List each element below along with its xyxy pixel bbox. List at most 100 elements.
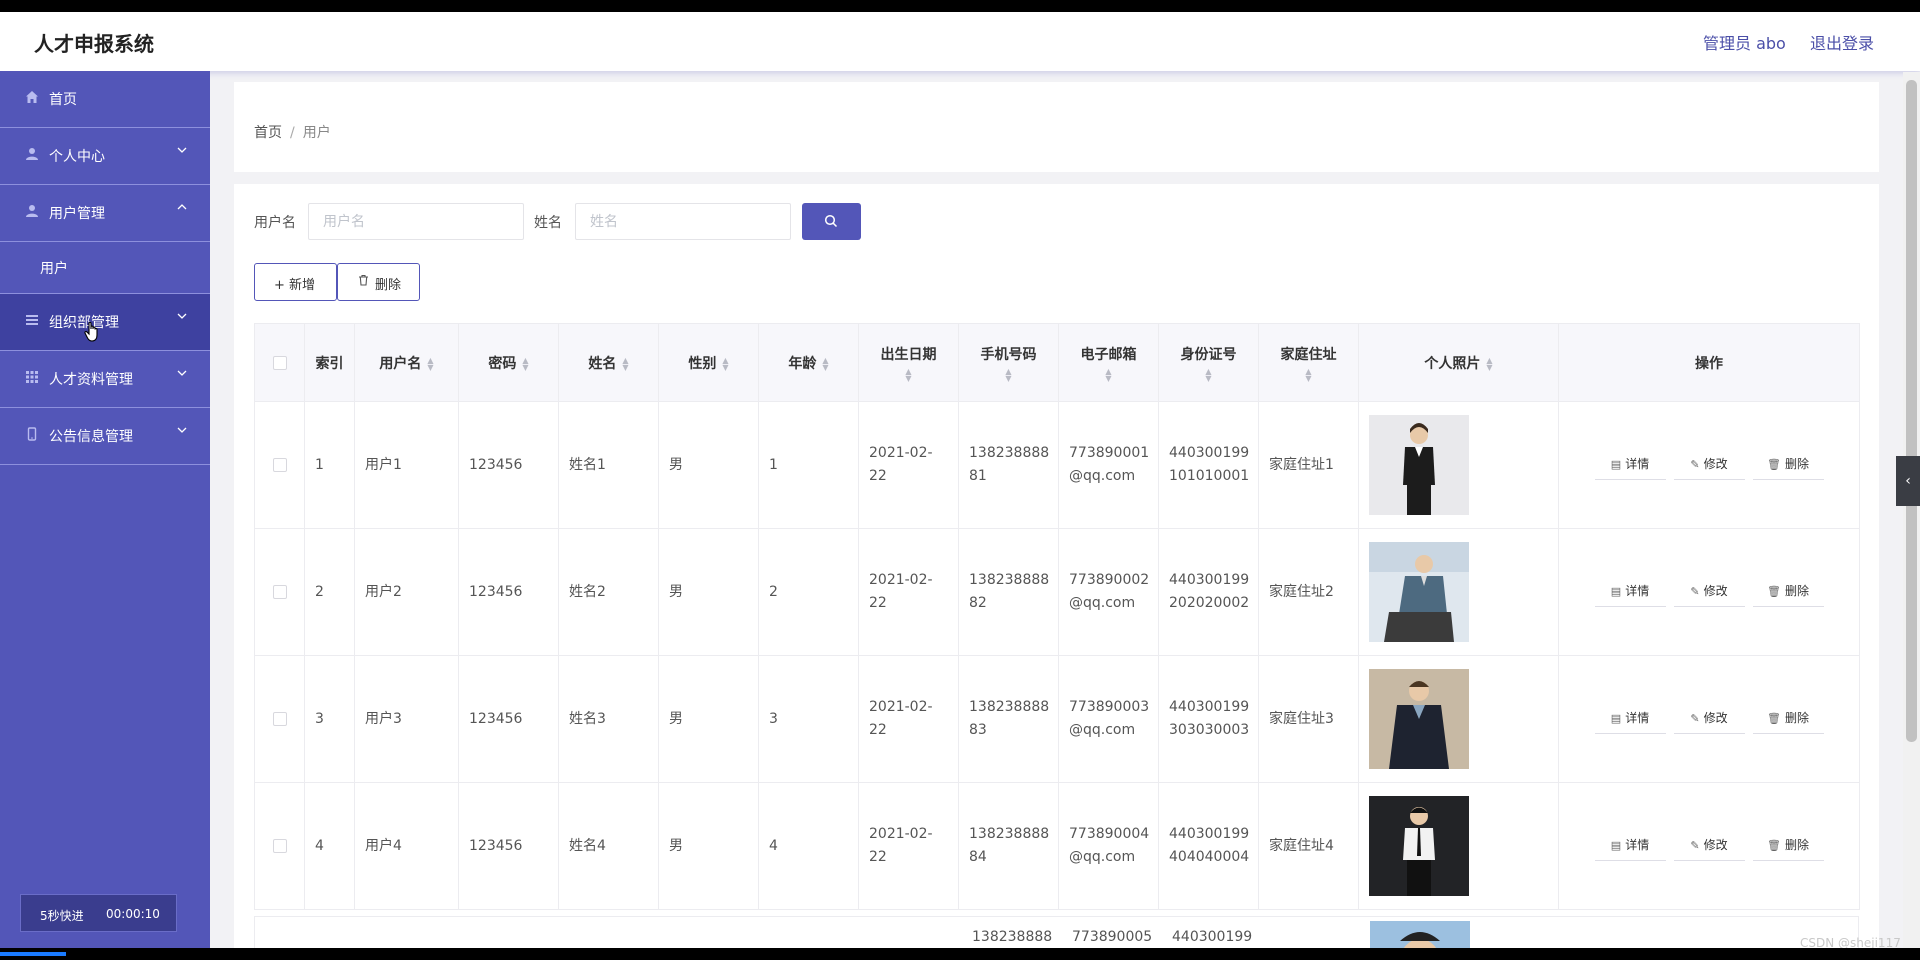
add-button[interactable]: + 新增 bbox=[254, 263, 337, 301]
detail-button[interactable]: ▤ 详情 bbox=[1594, 450, 1666, 480]
cell-username: 用户4 bbox=[354, 782, 459, 910]
watermark: CSDN @sheji117 bbox=[1800, 936, 1901, 948]
cell-id-line1: 440300199 bbox=[1169, 826, 1250, 842]
breadcrumb-card: 首页 / 用户 bbox=[234, 82, 1879, 172]
photo-thumbnail[interactable] bbox=[1369, 669, 1548, 769]
sort-icon[interactable]: ▲ ▼ bbox=[522, 356, 528, 371]
cell-photo bbox=[1358, 528, 1559, 656]
photo-thumbnail[interactable] bbox=[1369, 542, 1548, 642]
chevron-down-icon bbox=[176, 424, 188, 439]
cell-email: 773890003 @qq.com bbox=[1058, 655, 1159, 783]
breadcrumb-home[interactable]: 首页 bbox=[254, 125, 282, 141]
page-scrollbar-thumb[interactable] bbox=[1906, 80, 1917, 742]
cell-gender: 男 bbox=[658, 528, 759, 656]
trash-icon: 🗑 bbox=[1767, 839, 1781, 852]
edit-button[interactable]: ✎ 修改 bbox=[1673, 831, 1745, 861]
cell-phone-line2: 82 bbox=[969, 595, 987, 611]
sort-icon[interactable]: ▲ ▼ bbox=[622, 356, 628, 371]
delete-label: 删除 bbox=[1784, 457, 1809, 471]
col-header-photo[interactable]: 个人照片 ▲ ▼ bbox=[1358, 323, 1559, 402]
cell-gender: 男 bbox=[658, 401, 759, 529]
row-select-cell bbox=[254, 401, 305, 529]
chevron-left-icon[interactable]: ‹ bbox=[1896, 456, 1920, 506]
cell-gender: 男 bbox=[658, 782, 759, 910]
sort-icon[interactable]: ▲ ▼ bbox=[1486, 356, 1492, 371]
batch-delete-button[interactable]: 删除 bbox=[337, 263, 420, 301]
chevron-down-icon bbox=[176, 144, 188, 159]
edit-icon: ✎ bbox=[1690, 839, 1700, 852]
cell-phone-line1: 138238888 bbox=[969, 572, 1050, 588]
col-header-name[interactable]: 姓名 ▲ ▼ bbox=[558, 323, 659, 402]
col-header-email[interactable]: 电子邮箱 ▲ ▼ bbox=[1058, 323, 1159, 402]
select-all-cell bbox=[254, 323, 305, 402]
detail-button[interactable]: ▤ 详情 bbox=[1594, 577, 1666, 607]
cell-email-line1: 773890004 bbox=[1069, 826, 1150, 842]
col-header-username[interactable]: 用户名 ▲ ▼ bbox=[354, 323, 459, 402]
breadcrumb: 首页 / 用户 bbox=[254, 122, 331, 142]
edit-button[interactable]: ✎ 修改 bbox=[1673, 577, 1745, 607]
detail-button[interactable]: ▤ 详情 bbox=[1594, 831, 1666, 861]
name-search-input[interactable] bbox=[575, 203, 791, 240]
table-row: 2 用户2 123456 姓名2 男 2 2021-02-22 138238888 82 7738… bbox=[254, 528, 1860, 656]
sidebar-item-talent-data-management[interactable]: 人才资料管理 bbox=[0, 351, 210, 408]
row-checkbox[interactable] bbox=[272, 711, 287, 726]
edit-label: 修改 bbox=[1703, 584, 1728, 598]
cell-phone: 138238888 83 bbox=[958, 655, 1059, 783]
sort-icon[interactable]: ▲ ▼ bbox=[722, 356, 728, 371]
sort-icon[interactable]: ▲ ▼ bbox=[959, 367, 1058, 382]
sidebar-item-label: 首页 bbox=[49, 92, 77, 108]
row-checkbox[interactable] bbox=[272, 584, 287, 599]
user-table: 索引 用户名 ▲ ▼ 密码 ▲ ▼ 姓名 ▲ ▼ 性别 ▲ ▼ 年龄 ▲ ▼ 出生日期 ▲ ▼ 手机号码… bbox=[254, 323, 1860, 910]
table-row: 3 用户3 123456 姓名3 男 3 2021-02-22 138238888 83 7738… bbox=[254, 655, 1860, 783]
username-search-input[interactable] bbox=[308, 203, 524, 240]
photo-thumbnail[interactable] bbox=[1369, 796, 1548, 896]
select-all-checkbox[interactable] bbox=[272, 355, 287, 370]
batch-delete-label: 删除 bbox=[375, 278, 402, 293]
sidebar-item-home[interactable]: 首页 bbox=[0, 71, 210, 128]
row-checkbox[interactable] bbox=[272, 838, 287, 853]
search-button[interactable] bbox=[802, 203, 861, 240]
list-icon bbox=[24, 313, 40, 329]
edit-button[interactable]: ✎ 修改 bbox=[1673, 704, 1745, 734]
fast-forward-label: 5秒快进 bbox=[40, 909, 84, 923]
delete-button[interactable]: 🗑 删除 bbox=[1752, 577, 1824, 607]
sort-icon[interactable]: ▲ ▼ bbox=[1059, 367, 1158, 382]
sidebar-item-organization-management[interactable]: 组织部管理 bbox=[0, 294, 210, 351]
cell-id-line1: 440300199 bbox=[1169, 445, 1250, 461]
video-progress-bar[interactable] bbox=[0, 948, 1920, 960]
edit-button[interactable]: ✎ 修改 bbox=[1673, 450, 1745, 480]
col-header-id-number[interactable]: 身份证号 ▲ ▼ bbox=[1158, 323, 1259, 402]
col-header-address[interactable]: 家庭住址 ▲ ▼ bbox=[1258, 323, 1359, 402]
sidebar-item-personal-center[interactable]: 个人中心 bbox=[0, 128, 210, 185]
col-header-phone[interactable]: 手机号码 ▲ ▼ bbox=[958, 323, 1059, 402]
delete-button[interactable]: 🗑 删除 bbox=[1752, 704, 1824, 734]
col-header-birth-date[interactable]: 出生日期 ▲ ▼ bbox=[858, 323, 959, 402]
cell-phone-line1: 138238888 bbox=[969, 699, 1050, 715]
logout-link[interactable]: 退出登录 bbox=[1810, 30, 1874, 54]
edit-label: 修改 bbox=[1703, 838, 1728, 852]
col-header-gender[interactable]: 性别 ▲ ▼ bbox=[658, 323, 759, 402]
row-checkbox[interactable] bbox=[272, 457, 287, 472]
cell-email-line1: 773890002 bbox=[1069, 572, 1150, 588]
col-header-age[interactable]: 年龄 ▲ ▼ bbox=[758, 323, 859, 402]
cell-phone-line1: 138238888 bbox=[969, 445, 1050, 461]
sidebar-subitem-users[interactable]: 用户 bbox=[0, 242, 210, 294]
sidebar-item-label: 用户管理 bbox=[49, 206, 105, 222]
delete-button[interactable]: 🗑 删除 bbox=[1752, 831, 1824, 861]
sort-icon[interactable]: ▲ ▼ bbox=[1259, 367, 1358, 382]
sort-icon[interactable]: ▲ ▼ bbox=[427, 356, 433, 371]
cell-name: 姓名4 bbox=[558, 782, 659, 910]
col-header-password[interactable]: 密码 ▲ ▼ bbox=[458, 323, 559, 402]
detail-button[interactable]: ▤ 详情 bbox=[1594, 704, 1666, 734]
table-header-row: 索引 用户名 ▲ ▼ 密码 ▲ ▼ 姓名 ▲ ▼ 性别 ▲ ▼ 年龄 ▲ ▼ 出生日期 ▲ ▼ 手机号码… bbox=[254, 323, 1860, 402]
photo-thumbnail[interactable] bbox=[1369, 415, 1548, 515]
partial-phone: 138238888 bbox=[972, 929, 1053, 945]
sort-icon[interactable]: ▲ ▼ bbox=[822, 356, 828, 371]
sidebar-item-user-management[interactable]: 用户管理 bbox=[0, 185, 210, 242]
sort-icon[interactable]: ▲ ▼ bbox=[859, 367, 958, 382]
cell-username: 用户3 bbox=[354, 655, 459, 783]
cell-actions: ▤ 详情 ✎ 修改 🗑 删除 bbox=[1558, 655, 1860, 783]
sidebar-item-announcement-management[interactable]: 公告信息管理 bbox=[0, 408, 210, 465]
delete-button[interactable]: 🗑 删除 bbox=[1752, 450, 1824, 480]
sort-icon[interactable]: ▲ ▼ bbox=[1159, 367, 1258, 382]
